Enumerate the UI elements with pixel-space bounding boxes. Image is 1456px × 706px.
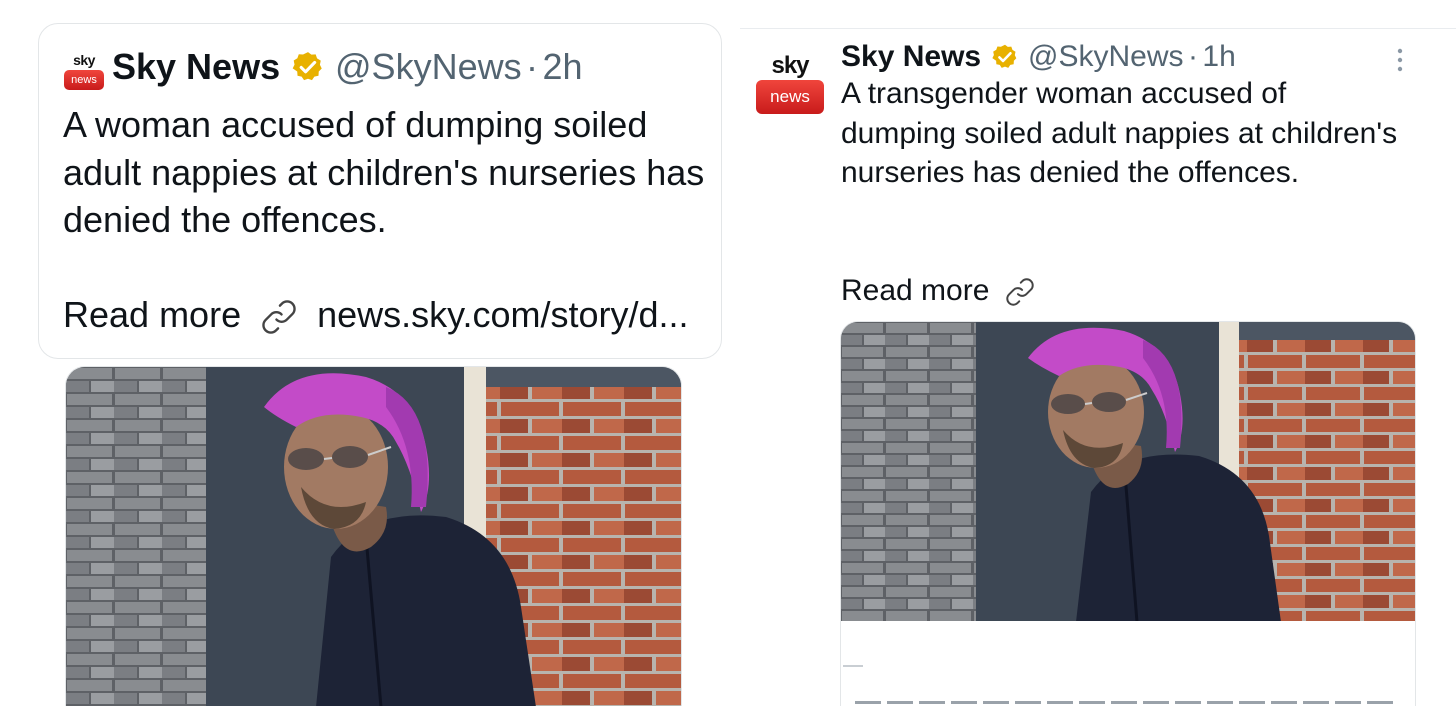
author-handle[interactable]: @SkyNews [1028, 40, 1183, 73]
separator-dot: · [526, 46, 539, 87]
author-name[interactable]: Sky News [841, 40, 981, 73]
read-more-label: Read more [63, 294, 242, 335]
avatar-logo-top: sky [73, 52, 95, 68]
avatar-logo-top: sky [771, 52, 809, 79]
article-photo[interactable] [65, 366, 682, 706]
verified-badge-icon [991, 43, 1019, 71]
separator-dot: · [1187, 40, 1198, 73]
verified-badge-icon [291, 50, 325, 84]
article-card-footer[interactable] [840, 621, 1416, 706]
article-link[interactable]: news.sky.com/story/d... [317, 294, 688, 335]
tweet-timestamp[interactable]: 1h [1202, 40, 1235, 73]
link-icon [257, 295, 301, 339]
tweet-text: A woman accused of dumping soiled adult … [63, 104, 705, 240]
card-footer-line [843, 665, 863, 667]
article-photo[interactable] [840, 321, 1416, 622]
more-options-icon[interactable] [1390, 46, 1410, 74]
sky-news-avatar[interactable]: sky news [64, 52, 104, 92]
author-handle[interactable]: @SkyNews [335, 46, 522, 87]
left-tweet-screenshot: sky news Sky News @SkyNews · 2h A woman … [0, 0, 740, 706]
tweet-header: Sky News @SkyNews · 1h [841, 38, 1236, 76]
sky-news-avatar[interactable]: sky news [756, 52, 824, 114]
avatar-logo-bottom: news [756, 80, 824, 114]
author-name[interactable]: Sky News [112, 46, 280, 87]
link-icon[interactable] [1002, 274, 1038, 310]
read-more-line: Read more news.sky.com/story/d... [63, 290, 689, 340]
tweet-timestamp[interactable]: 2h [543, 46, 583, 87]
card-footer-text-fragment [855, 701, 1395, 704]
tweet-text: A transgender woman accused of dumping s… [841, 77, 1398, 189]
tweet-header: Sky News @SkyNews · 2h [112, 44, 583, 90]
avatar-logo-bottom: news [64, 70, 104, 90]
top-divider [740, 28, 1456, 29]
read-more-line: Read more [841, 270, 1042, 312]
right-tweet-screenshot: sky news Sky News @SkyNews · 1h A transg… [740, 0, 1456, 706]
read-more-label: Read more [841, 274, 990, 307]
